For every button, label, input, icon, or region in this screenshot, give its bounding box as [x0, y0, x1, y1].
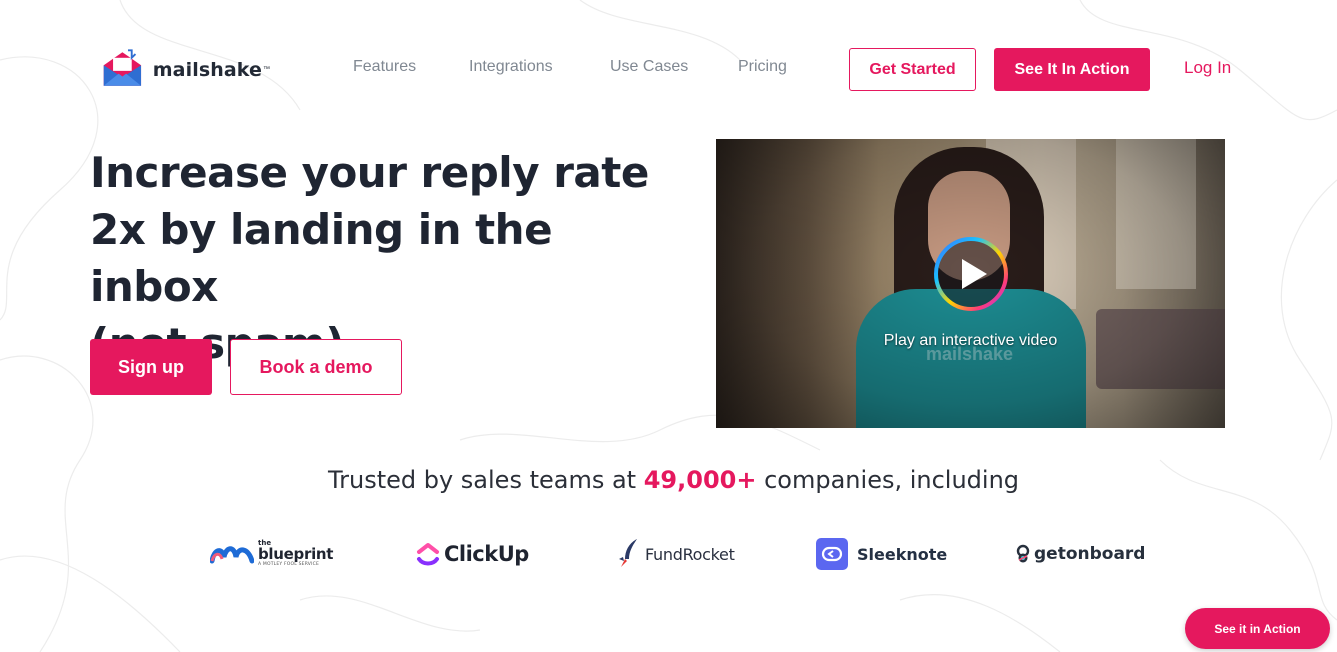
login-link[interactable]: Log In	[1184, 58, 1231, 78]
sleeknote-name: Sleeknote	[857, 544, 948, 564]
hero-headline: Increase your reply rate 2x by landing i…	[90, 144, 690, 372]
mailshake-envelope-logo-icon	[103, 49, 142, 86]
company-count: 49,000+	[643, 466, 757, 494]
headline-line-2: 2x by landing in the inbox	[90, 205, 553, 311]
play-icon[interactable]	[932, 235, 1010, 313]
book-demo-button[interactable]: Book a demo	[230, 339, 402, 395]
sleeknote-icon	[816, 538, 848, 570]
trademark: ™	[263, 65, 270, 73]
nav-pricing[interactable]: Pricing	[738, 58, 787, 76]
blueprint-name: blueprint	[258, 545, 334, 564]
clickup-chevron-icon	[417, 543, 439, 566]
getonboard-name: getonboard	[1034, 544, 1146, 564]
logo-the-blueprint: the blueprint A MOTLEY FOOL SERVICE	[210, 534, 333, 574]
fundrocket-name: FundRocket	[645, 544, 735, 564]
floating-see-it-in-action-button[interactable]: See it in Action	[1185, 608, 1330, 649]
nav-use-cases[interactable]: Use Cases	[610, 58, 688, 76]
mailshake-logo[interactable]: mailshake ™	[100, 46, 270, 92]
trusted-prefix: Trusted by sales teams at	[327, 466, 637, 494]
clickup-name: ClickUp	[444, 542, 529, 566]
interactive-video-player[interactable]: mailshake Play an interactive video	[716, 139, 1225, 428]
getonboard-icon	[1016, 544, 1030, 563]
get-started-button[interactable]: Get Started	[849, 48, 976, 91]
headline-line-1: Increase your reply rate	[90, 148, 649, 197]
sign-up-button[interactable]: Sign up	[90, 339, 212, 395]
blueprint-wave-icon	[210, 546, 254, 564]
logo-fundrocket: FundRocket	[617, 534, 735, 574]
see-it-in-action-button[interactable]: See It In Action	[994, 48, 1150, 91]
nav-integrations[interactable]: Integrations	[469, 58, 553, 76]
brand-name: mailshake	[152, 59, 262, 81]
video-caption: Play an interactive video	[883, 332, 1058, 349]
trusted-suffix: companies, including	[764, 466, 1020, 494]
rocket-icon	[619, 539, 637, 567]
nav-features[interactable]: Features	[353, 58, 416, 76]
trusted-by-text: Trusted by sales teams at 49,000+ compan…	[0, 466, 1337, 494]
logo-sleeknote: Sleeknote	[816, 534, 947, 574]
logo-clickup: ClickUp	[416, 534, 529, 574]
blueprint-tagline: A MOTLEY FOOL SERVICE	[258, 562, 319, 568]
logo-getonboard: getonboard	[1015, 534, 1145, 574]
